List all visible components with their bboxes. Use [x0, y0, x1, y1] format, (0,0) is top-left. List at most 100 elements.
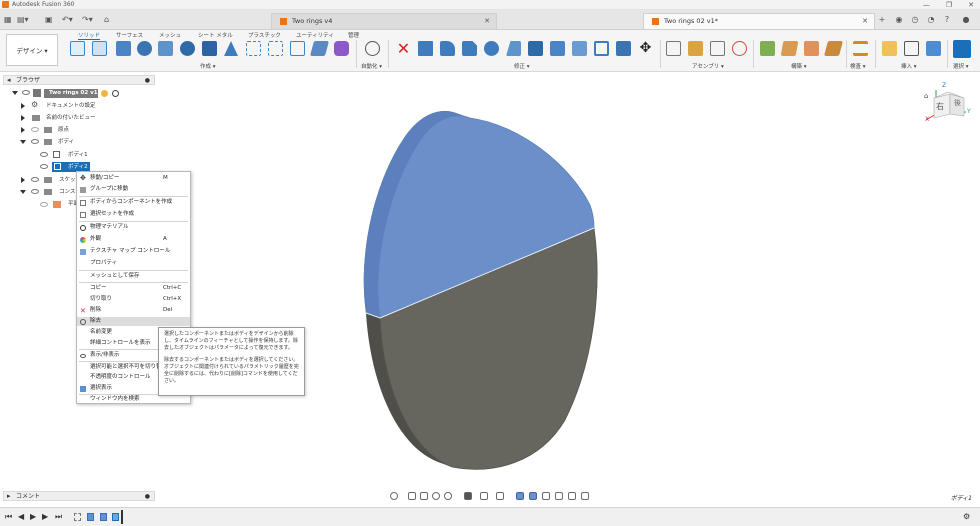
- grid-settings-icon[interactable]: [480, 492, 488, 500]
- new-tab-icon[interactable]: +: [876, 14, 888, 26]
- close-tab-icon[interactable]: ✕: [484, 14, 490, 29]
- fillet-icon[interactable]: [440, 41, 455, 56]
- visibility-eye-icon[interactable]: [31, 177, 39, 182]
- new-component-icon[interactable]: [70, 41, 85, 56]
- shell-icon[interactable]: [484, 41, 499, 56]
- view-cube[interactable]: Z 右 後 X Y ⌂: [922, 80, 976, 130]
- press-pull-icon[interactable]: [418, 41, 433, 56]
- assemble-menu[interactable]: アセンブリ ▾: [692, 62, 724, 70]
- tree-item-plane[interactable]: 平面: [68, 199, 76, 209]
- inspect-menu[interactable]: 検査 ▾: [850, 62, 866, 70]
- pyramid-icon[interactable]: [224, 41, 238, 56]
- visible-edges-icon[interactable]: [568, 492, 576, 500]
- collapse-arrow-icon[interactable]: ◂: [7, 76, 11, 85]
- joint-icon[interactable]: [666, 41, 681, 56]
- automate-icon[interactable]: [365, 41, 380, 56]
- tangent-plane-icon[interactable]: [804, 41, 819, 56]
- create-sketch-icon[interactable]: [92, 41, 107, 56]
- thicken-icon[interactable]: [309, 41, 330, 56]
- menu-item-delete[interactable]: ✕ 削除 Del: [77, 306, 190, 315]
- help-icon[interactable]: ?: [941, 14, 953, 26]
- rectangular-pattern-icon[interactable]: [290, 41, 305, 56]
- undo-icon[interactable]: ↶▾: [62, 14, 73, 26]
- chamfer-icon[interactable]: [462, 41, 477, 56]
- expand-right-icon[interactable]: [21, 103, 25, 109]
- motion-link-icon[interactable]: [732, 41, 747, 56]
- select-icon[interactable]: [953, 40, 971, 58]
- ground-plane-icon[interactable]: [581, 492, 589, 500]
- tree-item-document-settings[interactable]: ドキュメントの設定: [46, 101, 96, 111]
- go-to-end-icon[interactable]: ⏭: [55, 513, 62, 521]
- select-menu[interactable]: 選択 ▾: [953, 62, 969, 70]
- tree-item-origin[interactable]: 原点: [58, 125, 69, 135]
- hidden-eye-icon[interactable]: [31, 127, 39, 132]
- browser-root-label[interactable]: Two rings 02 v1: [44, 89, 98, 98]
- menu-item-remove[interactable]: 除去: [77, 317, 190, 326]
- tab-surface[interactable]: サーフェス: [116, 31, 143, 39]
- tab-utilities[interactable]: ユーティリティ: [296, 31, 334, 39]
- restore-button[interactable]: ❐: [946, 1, 952, 9]
- wireframe-icon[interactable]: [542, 492, 550, 500]
- sweep-icon[interactable]: [158, 41, 173, 56]
- menu-item-move-to-group[interactable]: グループに移動: [77, 185, 190, 194]
- measure-icon[interactable]: [853, 41, 868, 56]
- scale-icon[interactable]: [528, 41, 543, 56]
- hidden-eye-icon[interactable]: [40, 202, 48, 207]
- tab-solid[interactable]: ソリッド: [78, 31, 101, 40]
- timeline-marker[interactable]: [121, 510, 123, 524]
- browser-panel-header[interactable]: ◂ ブラウザ ●: [3, 75, 155, 85]
- replace-face-icon[interactable]: [572, 41, 587, 56]
- mirror-icon[interactable]: [268, 41, 283, 56]
- fit-icon[interactable]: [444, 492, 452, 500]
- split-face-icon[interactable]: [594, 41, 609, 56]
- hole-icon[interactable]: [202, 41, 217, 56]
- play-icon[interactable]: ▶: [30, 513, 36, 521]
- hidden-edges-icon[interactable]: [555, 492, 563, 500]
- extensions-icon[interactable]: ◉: [893, 14, 905, 26]
- panel-pin-icon[interactable]: ●: [145, 76, 150, 85]
- extrude-icon[interactable]: [116, 41, 131, 56]
- menu-item-texture-map[interactable]: テクスチャ マップ コントロール: [77, 247, 190, 256]
- menu-item-create-selection-set[interactable]: 選択セットを作成: [77, 210, 190, 219]
- viewports-icon[interactable]: [496, 492, 504, 500]
- home-view-icon[interactable]: ⌂: [924, 92, 928, 100]
- display-settings-icon[interactable]: [464, 492, 472, 500]
- step-forward-icon[interactable]: ▶: [42, 513, 48, 521]
- insert-mesh-icon[interactable]: [904, 41, 919, 56]
- notifications-icon[interactable]: ◔: [925, 14, 937, 26]
- menu-item-find-in-window[interactable]: ウィンドウ内を検索: [77, 395, 190, 404]
- expand-right-icon[interactable]: [21, 177, 25, 183]
- timeline-sketch-feature[interactable]: [74, 513, 81, 521]
- insert-menu[interactable]: 挿入 ▾: [901, 62, 917, 70]
- automate-menu[interactable]: 自動化 ▾: [361, 62, 382, 70]
- viewcube-face-right[interactable]: 右: [936, 101, 944, 112]
- menu-item-create-component[interactable]: ボディからコンポーネントを作成: [77, 198, 190, 207]
- home-icon[interactable]: ⌂: [104, 14, 109, 26]
- tree-item-sketches[interactable]: スケッチ: [59, 175, 75, 185]
- construct-menu[interactable]: 構築 ▾: [791, 62, 807, 70]
- visibility-eye-icon[interactable]: [31, 139, 39, 144]
- loft-icon[interactable]: [180, 41, 195, 56]
- tab-two-rings-02-v1[interactable]: Two rings 02 v1* ✕: [643, 13, 875, 29]
- plane-at-angle-icon[interactable]: [780, 41, 799, 56]
- pattern-icon[interactable]: [246, 41, 261, 56]
- panel-pin-icon[interactable]: ●: [145, 492, 150, 501]
- split-body-icon[interactable]: [616, 41, 631, 56]
- zoom-icon[interactable]: [432, 492, 440, 500]
- form-icon[interactable]: [334, 41, 349, 56]
- tab-plastic[interactable]: プラスチック: [248, 31, 281, 39]
- joint-origin-icon[interactable]: [710, 41, 725, 56]
- go-to-start-icon[interactable]: ⏮: [5, 513, 12, 521]
- visibility-eye-icon[interactable]: [31, 189, 39, 194]
- menu-item-cut[interactable]: 切り取り Ctrl+X: [77, 295, 190, 304]
- create-menu[interactable]: 作成 ▾: [200, 62, 216, 70]
- as-built-joint-icon[interactable]: [688, 41, 703, 56]
- close-window-button[interactable]: ✕: [968, 1, 974, 9]
- solid-view-icon[interactable]: [516, 492, 524, 500]
- insert-derive-icon[interactable]: [882, 41, 897, 56]
- job-status-icon[interactable]: ◷: [909, 14, 921, 26]
- account-icon[interactable]: ●: [960, 14, 972, 26]
- redo-icon[interactable]: ↷▾: [82, 14, 93, 26]
- move-copy-icon[interactable]: ✥: [638, 41, 653, 56]
- expand-right-icon[interactable]: [21, 127, 25, 133]
